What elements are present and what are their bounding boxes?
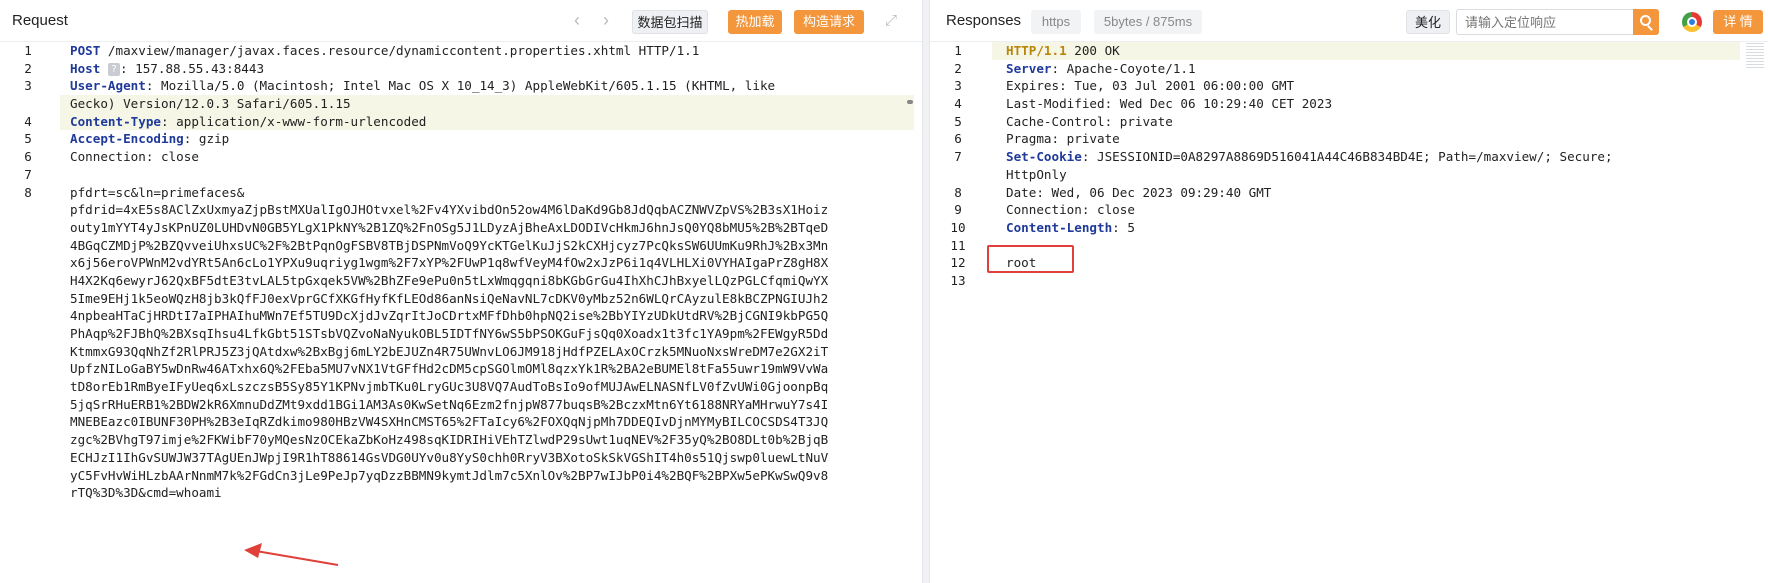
code-line: Pragma: private bbox=[1006, 130, 1746, 148]
result-highlight-box bbox=[987, 245, 1074, 273]
response-editor[interactable]: 1 2 3 4 5 6 7 8 9 10 11 12 13 HTTP/1.1 200 OK Server:… bbox=[930, 42, 1768, 583]
line-text: Cache-Control: private bbox=[1006, 113, 1173, 129]
code-line: Server: Apache-Coyote/1.1 bbox=[1006, 60, 1746, 78]
detail-button[interactable]: 详 情 bbox=[1713, 10, 1763, 34]
response-toolbar: Responses https 5bytes / 875ms 美化 详 情 bbox=[930, 0, 1768, 42]
line-text: 200 OK bbox=[1066, 43, 1120, 58]
line-number: 11 bbox=[950, 237, 966, 253]
line-number: 8 bbox=[954, 184, 962, 200]
locate-response-input[interactable] bbox=[1456, 9, 1636, 35]
line-text: HttpOnly bbox=[1006, 166, 1067, 182]
response-title: Responses bbox=[946, 12, 1022, 29]
header-key: Server bbox=[1006, 60, 1052, 76]
line-text: : JSESSIONID=0A8297A8869D516041A44C46B83… bbox=[1081, 149, 1613, 165]
line-number: 1 bbox=[954, 43, 962, 58]
code-line: Content-Length: 5 bbox=[1006, 219, 1746, 237]
response-size-timing: 5bytes / 875ms bbox=[1094, 10, 1202, 34]
header-key: Set-Cookie bbox=[1006, 149, 1082, 165]
line-number: 5 bbox=[954, 113, 962, 129]
code-line: Last-Modified: Wed Dec 06 10:29:40 CET 2… bbox=[1006, 95, 1746, 113]
response-body: HTTP/1.1 200 OK Server: Apache-Coyote/1.1… bbox=[1006, 42, 1746, 290]
line-text: Last-Modified: Wed Dec 06 10:29:40 CET 2… bbox=[1006, 96, 1333, 112]
protocol-badge: https bbox=[1031, 10, 1081, 34]
line-number: 3 bbox=[954, 78, 962, 94]
line-text: Expires: Tue, 03 Jul 2001 06:00:00 GMT bbox=[1006, 78, 1295, 94]
line-number bbox=[930, 166, 986, 184]
header-key: Content-Length bbox=[1006, 219, 1113, 235]
chrome-icon[interactable] bbox=[1682, 12, 1702, 32]
beautify-button[interactable]: 美化 bbox=[1406, 10, 1450, 34]
line-number: 13 bbox=[950, 272, 966, 288]
line-number: 12 bbox=[950, 255, 966, 271]
arrow-annotation bbox=[244, 543, 339, 566]
line-number: 4 bbox=[954, 96, 962, 112]
search-button[interactable] bbox=[1633, 9, 1659, 35]
line-text: Connection: close bbox=[1006, 202, 1135, 218]
code-line: Expires: Tue, 03 Jul 2001 06:00:00 GMT bbox=[1006, 77, 1746, 95]
line-number: 9 bbox=[954, 202, 962, 218]
code-line: Connection: close bbox=[1006, 201, 1746, 219]
header-key: HTTP/1.1 bbox=[1006, 43, 1067, 58]
code-line: Cache-Control: private bbox=[1006, 113, 1746, 131]
line-text: : Apache-Coyote/1.1 bbox=[1051, 60, 1196, 76]
code-line: Set-Cookie: JSESSIONID=0A8297A8869D51604… bbox=[1006, 148, 1746, 166]
line-number: 6 bbox=[954, 131, 962, 147]
request-panel: Request ‹ › 数据包扫描 热加载 构造请求 ⤢ 12345678 PO… bbox=[0, 0, 922, 583]
line-text: : 5 bbox=[1112, 219, 1135, 235]
line-number: 10 bbox=[950, 219, 966, 235]
line-number: 2 bbox=[954, 60, 962, 76]
code-line: HTTP/1.1 200 OK bbox=[1006, 42, 1746, 60]
line-text: Pragma: private bbox=[1006, 131, 1120, 147]
app-root: Request ‹ › 数据包扫描 热加载 构造请求 ⤢ 12345678 PO… bbox=[0, 0, 1768, 583]
line-number: 7 bbox=[954, 149, 962, 165]
line-text: Date: Wed, 06 Dec 2023 09:29:40 GMT bbox=[1006, 184, 1272, 200]
code-line: Date: Wed, 06 Dec 2023 09:29:40 GMT bbox=[1006, 184, 1746, 202]
response-panel: Responses https 5bytes / 875ms 美化 详 情 12… bbox=[930, 0, 1768, 583]
search-icon bbox=[1640, 15, 1651, 26]
code-line: HttpOnly bbox=[1006, 166, 1746, 184]
panel-splitter[interactable] bbox=[922, 0, 930, 583]
code-line: root bbox=[1006, 254, 1746, 272]
minimap[interactable] bbox=[1746, 42, 1764, 68]
response-line-numbers: 1 2 3 4 5 6 7 8 9 10 11 12 13 bbox=[930, 42, 986, 290]
